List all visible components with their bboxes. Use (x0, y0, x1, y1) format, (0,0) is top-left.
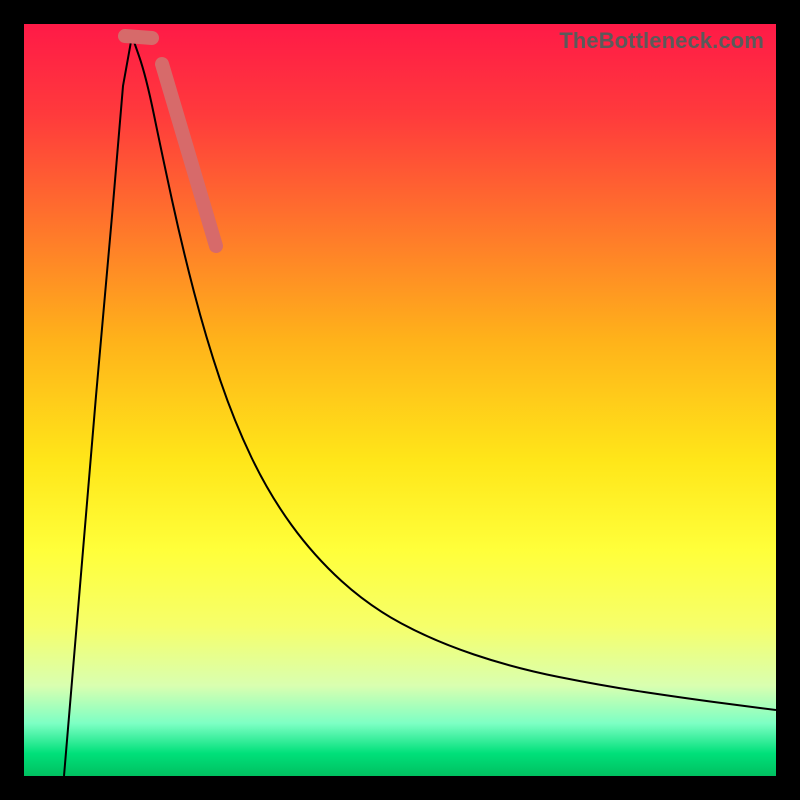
curve-layer (24, 24, 776, 776)
marker-left-red (125, 36, 152, 38)
marker-right-red (162, 64, 216, 246)
left-curve (64, 36, 132, 776)
plot-area: TheBottleneck.com (24, 24, 776, 776)
right-curve (132, 36, 776, 710)
chart-frame: TheBottleneck.com (0, 0, 800, 800)
